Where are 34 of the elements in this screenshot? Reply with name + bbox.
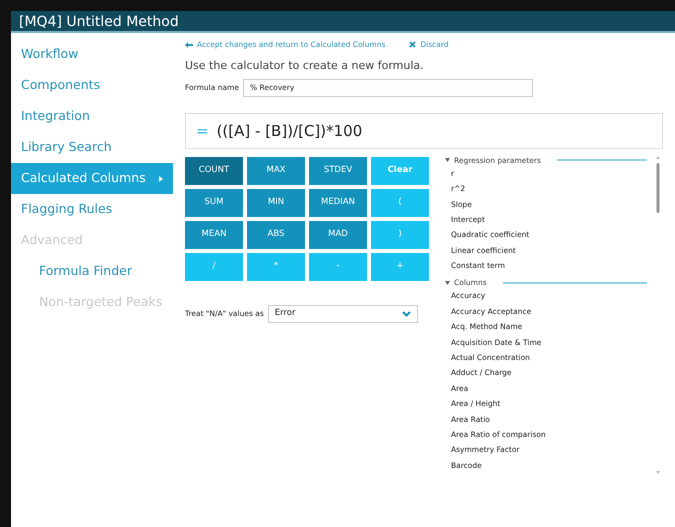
function-button[interactable]: MAD xyxy=(309,220,367,249)
function-button[interactable]: MIN xyxy=(247,188,305,217)
sidebar-item[interactable]: Flagging Rules xyxy=(11,194,173,225)
chevron-icon xyxy=(402,310,411,317)
operator-button[interactable]: + xyxy=(371,252,429,281)
operator-button[interactable]: / xyxy=(185,252,243,281)
expanded-icon xyxy=(445,280,450,285)
sidebar-item[interactable]: Components xyxy=(11,70,173,101)
na-dropdown[interactable]: Error xyxy=(268,304,418,323)
function-button[interactable]: SUM xyxy=(185,188,243,217)
expanded-icon xyxy=(445,158,450,162)
close-icon xyxy=(409,41,416,48)
function-button[interactable]: MEDIAN xyxy=(309,188,367,217)
operator-button[interactable]: * xyxy=(247,252,305,281)
formula-box[interactable]: = (([A] - [B])/[C])*100 xyxy=(185,112,663,149)
function-button[interactable]: COUNT xyxy=(185,156,243,185)
sidebar-item[interactable]: Integration xyxy=(11,101,173,132)
sidebar-item[interactable]: Calculated Columns xyxy=(11,163,173,194)
operator-button[interactable]: ) xyxy=(371,220,429,249)
sidebar-item[interactable]: Library Search xyxy=(11,132,173,163)
instruction-text: Use the calculator to create a new formula. xyxy=(185,58,425,74)
sidebar-item[interactable]: Workflow xyxy=(11,39,173,70)
back-arrow-icon xyxy=(185,42,193,48)
function-button[interactable]: MEAN xyxy=(185,220,243,249)
clear-button[interactable]: Clear xyxy=(371,156,429,185)
formula-text: (([A] - [B])/[C])*100 xyxy=(216,120,362,142)
function-button[interactable]: MAX xyxy=(247,156,305,185)
function-button[interactable]: STDEV xyxy=(309,156,367,185)
function-button[interactable]: ABS xyxy=(247,220,305,249)
caret-icon xyxy=(159,176,163,182)
operator-button[interactable]: - xyxy=(309,252,367,281)
operator-button[interactable]: ( xyxy=(371,188,429,217)
equals-sign: = xyxy=(196,120,209,142)
window-title: [MQ4] Untitled Method xyxy=(19,14,179,30)
